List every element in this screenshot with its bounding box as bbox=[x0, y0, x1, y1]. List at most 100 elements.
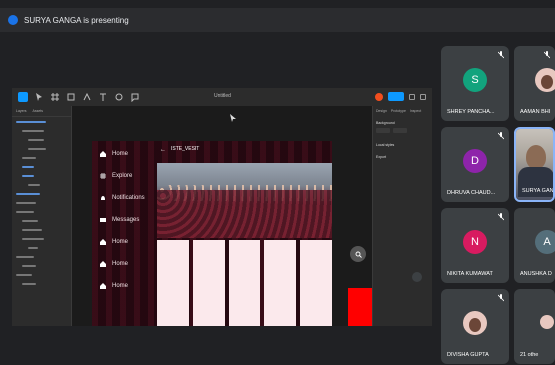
layer-row[interactable] bbox=[12, 171, 71, 180]
participant-name: AAMAN BHI bbox=[520, 109, 551, 115]
layer-row[interactable] bbox=[12, 126, 71, 135]
search-icon[interactable] bbox=[350, 246, 366, 262]
nav-item-messages[interactable]: Messages bbox=[100, 217, 139, 223]
nav-item-label: Home bbox=[112, 151, 129, 157]
comment-tool-icon[interactable] bbox=[130, 92, 140, 102]
shared-screen[interactable]: Untitled Layers Assets Home Explore Noti… bbox=[12, 88, 432, 326]
nav-item-label: Messages bbox=[112, 217, 140, 223]
layer-row[interactable] bbox=[12, 279, 71, 288]
prototype-frame[interactable]: Home Explore Notifications Messages Home… bbox=[92, 141, 332, 326]
play-icon[interactable] bbox=[409, 93, 415, 100]
layer-row[interactable] bbox=[12, 270, 71, 279]
mic-off-icon bbox=[544, 51, 550, 59]
mic-off-icon bbox=[498, 132, 504, 140]
prototype-side-nav: Home Explore Notifications Messages Home… bbox=[92, 141, 155, 326]
layer-row[interactable] bbox=[12, 117, 71, 126]
mic-off-icon bbox=[498, 294, 504, 302]
tab-prototype[interactable]: Prototype bbox=[391, 109, 406, 113]
layer-row[interactable] bbox=[12, 216, 71, 225]
grid-cell[interactable] bbox=[264, 240, 297, 326]
collaborator-avatar[interactable] bbox=[375, 92, 383, 101]
home-icon bbox=[100, 283, 106, 289]
home-icon bbox=[100, 239, 106, 245]
nav-item-label: Notifications bbox=[112, 195, 145, 201]
participant-name: ANUSHKA D bbox=[520, 271, 552, 277]
layer-row[interactable] bbox=[12, 153, 71, 162]
frame-tool-icon[interactable] bbox=[50, 92, 60, 102]
nav-item-notifications[interactable]: Notifications bbox=[100, 195, 145, 201]
tab-assets[interactable]: Assets bbox=[33, 109, 44, 113]
participant-tile[interactable]: A ANUSHKA D bbox=[514, 208, 555, 283]
layer-row[interactable] bbox=[12, 189, 71, 198]
participant-tile[interactable]: S SHREY PANCHA... bbox=[441, 46, 509, 121]
mail-icon bbox=[100, 218, 106, 222]
layer-row[interactable] bbox=[12, 162, 71, 171]
tab-design[interactable]: Design bbox=[376, 109, 387, 113]
grid-cell[interactable] bbox=[228, 240, 261, 326]
post-grid bbox=[157, 240, 332, 326]
layer-row[interactable] bbox=[12, 135, 71, 144]
participant-tile[interactable]: N NIKITA KUMAWAT bbox=[441, 208, 509, 283]
participant-tile[interactable]: D DHRUVA CHAUD... bbox=[441, 127, 509, 202]
stage-control-button[interactable] bbox=[412, 272, 422, 282]
avatar bbox=[463, 311, 487, 335]
grid-cell[interactable] bbox=[192, 240, 225, 326]
nav-item-label: Home bbox=[112, 283, 129, 289]
mic-off-icon bbox=[498, 51, 504, 59]
figma-toolbar: Untitled bbox=[12, 88, 432, 106]
participant-tile[interactable]: AAMAN BHI bbox=[514, 46, 555, 121]
move-tool-icon[interactable] bbox=[34, 92, 44, 102]
participant-name: DIVISHA GUPTA bbox=[447, 352, 489, 358]
layer-row[interactable] bbox=[12, 234, 71, 243]
pen-tool-icon[interactable] bbox=[82, 92, 92, 102]
hash-icon bbox=[100, 173, 106, 179]
avatar: N bbox=[463, 230, 487, 254]
mic-off-icon bbox=[498, 213, 504, 221]
layer-row[interactable] bbox=[12, 198, 71, 207]
layer-row[interactable] bbox=[12, 225, 71, 234]
layer-row[interactable] bbox=[12, 261, 71, 270]
nav-item-label: Explore bbox=[112, 173, 133, 179]
nav-item-home-3[interactable]: Home bbox=[100, 261, 128, 267]
grid-cell[interactable] bbox=[157, 240, 189, 326]
shape-tool-icon[interactable] bbox=[66, 92, 76, 102]
section-background: Background bbox=[376, 121, 395, 125]
layer-row[interactable] bbox=[12, 144, 71, 153]
nav-item-home-4[interactable]: Home bbox=[100, 283, 128, 289]
participant-tile-active[interactable]: SURYA GAN bbox=[514, 127, 555, 202]
back-arrow-icon[interactable]: ← bbox=[160, 147, 166, 153]
grid-cell[interactable] bbox=[300, 240, 332, 326]
avatar: D bbox=[463, 149, 487, 173]
post-username[interactable]: ISTE_VESIT bbox=[171, 146, 199, 152]
meet-window: SURYA GANGA is presenting Untitled Layer… bbox=[0, 0, 555, 365]
avatar bbox=[535, 68, 555, 92]
figma-canvas[interactable]: Home Explore Notifications Messages Home… bbox=[72, 106, 372, 326]
layer-row[interactable] bbox=[12, 207, 71, 216]
group-photo bbox=[157, 163, 332, 238]
figma-menu-icon[interactable] bbox=[18, 92, 28, 102]
presenting-bar: SURYA GANGA is presenting bbox=[0, 8, 555, 32]
background-row[interactable] bbox=[376, 128, 429, 135]
others-tile[interactable]: 21 othe bbox=[514, 289, 555, 364]
text-tool-icon[interactable] bbox=[98, 92, 108, 102]
home-icon bbox=[100, 151, 106, 157]
tab-inspect[interactable]: Inspect bbox=[410, 109, 421, 113]
nav-item-label: Home bbox=[112, 239, 129, 245]
layer-row[interactable] bbox=[12, 180, 71, 189]
nav-item-explore[interactable]: Explore bbox=[100, 173, 132, 179]
nav-item-home[interactable]: Home bbox=[100, 151, 128, 157]
nav-item-home-2[interactable]: Home bbox=[100, 239, 128, 245]
zoom-icon[interactable] bbox=[420, 93, 426, 100]
avatar: S bbox=[463, 68, 487, 92]
participant-name: NIKITA KUMAWAT bbox=[447, 271, 493, 277]
hand-tool-icon[interactable] bbox=[114, 92, 124, 102]
tab-layers[interactable]: Layers bbox=[16, 109, 27, 113]
layer-row[interactable] bbox=[12, 243, 71, 252]
section-local-styles: Local styles bbox=[376, 143, 395, 147]
red-frame[interactable] bbox=[348, 288, 372, 326]
participant-name: DHRUVA CHAUD... bbox=[447, 190, 496, 196]
file-name[interactable]: Untitled bbox=[214, 93, 231, 99]
share-button[interactable] bbox=[388, 92, 404, 101]
layer-row[interactable] bbox=[12, 252, 71, 261]
participant-tile[interactable]: DIVISHA GUPTA bbox=[441, 289, 509, 364]
